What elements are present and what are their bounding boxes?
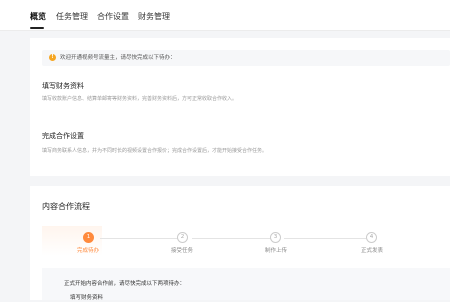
- step-connector: [284, 238, 366, 239]
- step-connector: [100, 238, 182, 239]
- step-1-label[interactable]: 完成待办: [77, 248, 99, 255]
- tab-task-management[interactable]: 任务管理: [56, 12, 88, 22]
- step-connector: [192, 238, 274, 239]
- finance-info-desc: 填写收款账户信息、结算单邮寄等财务资料，完善财务资料后，方可正常收取合作收入。: [42, 96, 238, 102]
- welcome-notice: ! 欢迎开通视频号流量主，请尽快完成以下待办：: [42, 50, 450, 66]
- step-3-label[interactable]: 制作上传: [265, 248, 287, 255]
- step-2-circle: 2: [177, 232, 188, 243]
- active-tab-indicator: [30, 27, 44, 29]
- notice-text: 欢迎开通视频号流量主，请尽快完成以下待办：: [60, 55, 176, 61]
- flow-title: 内容合作流程: [42, 202, 90, 211]
- step-detail-subitem[interactable]: 填写财务资料: [70, 294, 103, 302]
- cooperation-flow-card: 内容合作流程 1 2 3 4 完成待办 接受任务 制作上传 正式发表 正式开始内…: [30, 186, 450, 302]
- step-3-circle: 3: [270, 232, 281, 243]
- step-4-label[interactable]: 正式发表: [361, 248, 383, 255]
- top-tab-bar: 概览 任务管理 合作设置 财务管理: [0, 0, 450, 31]
- step-2-label[interactable]: 接受任务: [171, 248, 193, 255]
- step-1-circle: 1: [83, 232, 94, 243]
- cooperation-settings-desc: 填写商务联系人信息，并为不同时长的视频设置合作报价；完成合作设置后，才能开始接受…: [42, 148, 268, 154]
- tab-overview[interactable]: 概览: [30, 12, 46, 22]
- tab-cooperation-settings[interactable]: 合作设置: [97, 12, 129, 22]
- step-4-circle: 4: [366, 232, 377, 243]
- step-detail-text: 正式开始内容合作前，请尽快完成以下两项待办：: [64, 281, 186, 287]
- tab-finance-management[interactable]: 财务管理: [138, 12, 170, 22]
- info-icon: !: [49, 54, 56, 61]
- todo-card: ! 欢迎开通视频号流量主，请尽快完成以下待办： 填写财务资料 填写收款账户信息、…: [30, 38, 450, 176]
- cooperation-settings-title[interactable]: 完成合作设置: [42, 132, 84, 141]
- finance-info-title[interactable]: 填写财务资料: [42, 82, 84, 91]
